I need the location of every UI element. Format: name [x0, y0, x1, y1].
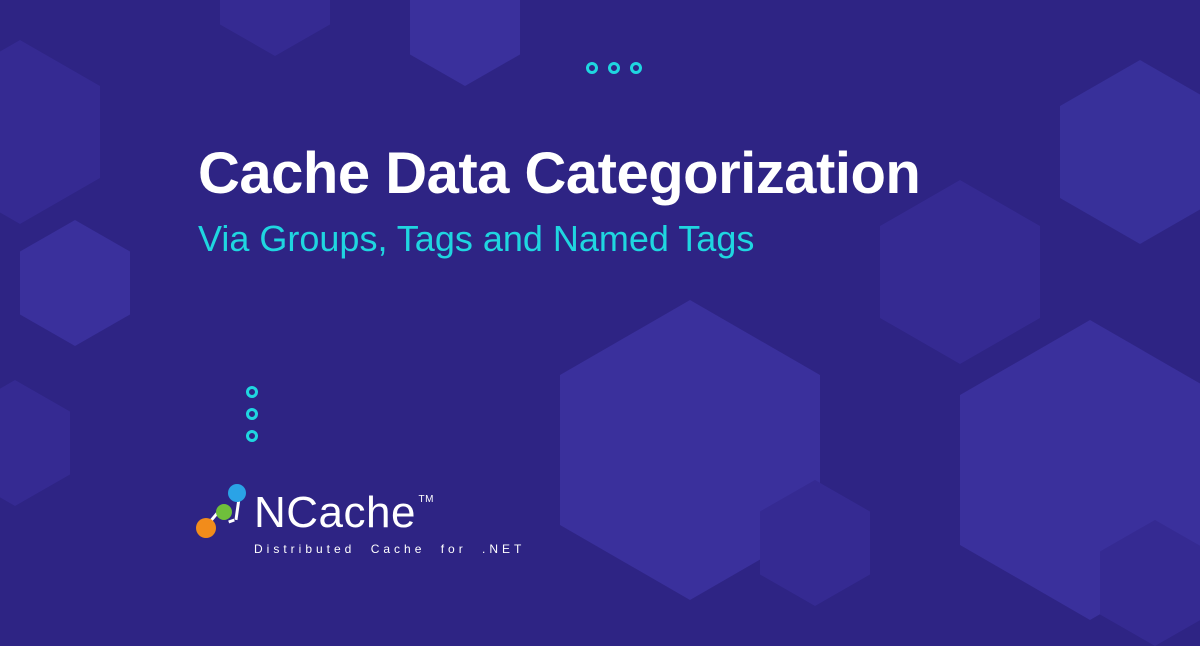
- trademark-symbol: TM: [419, 494, 434, 505]
- ncache-tagline: Distributed Cache for .NET: [254, 542, 525, 556]
- ncache-logo-icon: [196, 484, 246, 538]
- decorative-dots-vertical: [246, 386, 258, 442]
- page-subtitle: Via Groups, Tags and Named Tags: [198, 218, 754, 260]
- ncache-logo-text: NCache TM: [254, 488, 416, 538]
- decorative-dots-horizontal: [586, 62, 642, 74]
- ncache-logo: NCache TM Distributed Cache for .NET: [196, 484, 525, 556]
- page-title: Cache Data Categorization: [198, 140, 920, 207]
